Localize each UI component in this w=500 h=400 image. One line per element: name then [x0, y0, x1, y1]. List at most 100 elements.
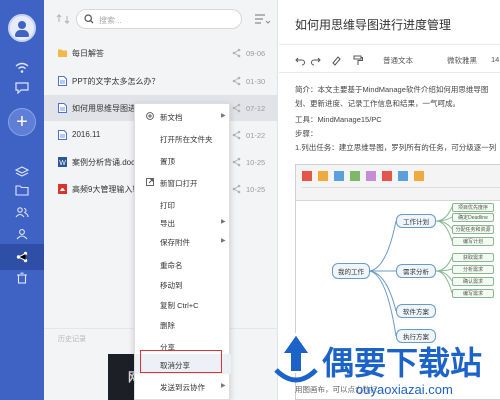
- menu-item-label: 导出: [160, 219, 175, 228]
- add-icon[interactable]: +: [8, 108, 36, 136]
- mindmap-branch-node: 软件方案: [396, 304, 436, 318]
- wifi-icon[interactable]: [14, 60, 30, 76]
- document-icon: [58, 103, 67, 113]
- add-circle-icon: [146, 112, 154, 120]
- paragraph: 步骤：: [295, 129, 318, 138]
- mindmap-leaf-node: 分析需求: [452, 265, 494, 274]
- sync-icon[interactable]: [56, 12, 70, 26]
- share-icon[interactable]: [232, 48, 241, 58]
- submenu-arrow-icon: ▶: [221, 219, 226, 225]
- file-date: 07-12: [246, 104, 266, 113]
- menu-item-label: 新窗口打开: [160, 179, 198, 188]
- paragraph: 划、更新进度、记录工作信息和结果，一气呵成。: [295, 99, 460, 108]
- undo-icon[interactable]: [295, 54, 305, 66]
- divider: [279, 72, 500, 73]
- paragraph: 工具：MindManage15/PC: [295, 115, 382, 124]
- menu-item-save-attachment[interactable]: 保存附件 ▶: [135, 231, 231, 251]
- share-icon[interactable]: [232, 103, 241, 113]
- history-label: 历史记录: [58, 336, 86, 343]
- mindmap-leaf-node: 项目优先度序: [452, 203, 494, 212]
- share-icon[interactable]: [232, 76, 241, 86]
- mindmap-leaf-node: 编写计划: [452, 237, 494, 246]
- document-title: 如何用思维导图进行进度管理: [295, 18, 452, 32]
- trash-icon[interactable]: [14, 270, 30, 286]
- menu-item-pin-top[interactable]: 置顶: [135, 150, 231, 170]
- file-name: 案例分析背诵.docx: [72, 158, 140, 167]
- file-name: 每日解答: [72, 49, 104, 58]
- menu-item-rename[interactable]: 重命名: [135, 254, 231, 274]
- paragraph: 1.列出任务：建立思维导图，罗列所有的任务，可分级逐一列: [295, 143, 497, 152]
- people-icon[interactable]: [14, 204, 30, 220]
- submenu-arrow-icon: ▶: [221, 238, 226, 244]
- menu-item-label: 保存附件: [160, 238, 190, 247]
- mindmap-leaf-node: 确认需求: [452, 277, 494, 286]
- file-name: 2016.11: [72, 130, 101, 139]
- menu-item-label: 移动到: [160, 281, 183, 290]
- watermark-logo-icon: [274, 332, 318, 383]
- menu-item-print[interactable]: 打印: [135, 194, 231, 214]
- menu-item-copy[interactable]: 复制 Ctrl+C: [135, 294, 231, 314]
- submenu-arrow-icon: ▶: [221, 383, 226, 389]
- font-size-select[interactable]: 14: [491, 55, 499, 64]
- file-date: 10-25: [246, 158, 266, 167]
- share-icon[interactable]: [232, 130, 241, 140]
- menu-item-new-doc[interactable]: 新文档 ▶: [135, 106, 231, 126]
- folder-icon[interactable]: [14, 182, 30, 198]
- file-row[interactable]: PPT的文字太多怎么办？ 01-30: [44, 68, 278, 94]
- new-window-icon: [146, 178, 154, 186]
- file-date: 01-22: [246, 131, 266, 140]
- menu-item-open-new-window[interactable]: 新窗口打开: [135, 172, 231, 192]
- left-navigation-rail: +: [0, 0, 44, 400]
- mindmap-center-node: 我的工作: [332, 263, 370, 279]
- sort-menu-icon[interactable]: [254, 13, 270, 25]
- menu-item-label: 删除: [160, 321, 175, 330]
- folder-icon: [58, 49, 67, 57]
- mindmap-ribbon: [296, 165, 500, 201]
- share-icon[interactable]: [14, 249, 30, 265]
- menu-item-label: 置顶: [160, 157, 175, 166]
- highlight-box: [140, 350, 222, 373]
- group-icon[interactable]: [14, 226, 30, 242]
- mindmap-leaf-node: 获取需求: [452, 253, 494, 262]
- eraser-icon[interactable]: [331, 54, 341, 66]
- menu-item-label: 打印: [160, 201, 175, 210]
- site-watermark: 偶要下载站 ouyaoxiazai.com: [266, 330, 500, 400]
- font-family-select[interactable]: 微软雅黑: [447, 55, 477, 66]
- file-date: 01-30: [246, 77, 266, 86]
- svg-text:W: W: [59, 160, 66, 167]
- share-icon[interactable]: [232, 184, 241, 194]
- mindmap-leaf-node: 编写需求: [452, 289, 494, 298]
- watermark-text: 偶要下载站: [322, 344, 483, 382]
- menu-item-send-to-cloud[interactable]: 发送到云协作 ▶: [135, 376, 231, 396]
- format-painter-icon[interactable]: [353, 54, 363, 66]
- menu-item-label: 重命名: [160, 261, 183, 270]
- menu-item-open-folder[interactable]: 打开所在文件夹: [135, 128, 231, 148]
- divider: [279, 44, 500, 45]
- chat-icon[interactable]: [14, 80, 30, 96]
- file-date: 10-25: [246, 185, 266, 194]
- menu-item-label: 新文档: [160, 113, 183, 122]
- watermark-url: ouyaoxiazai.com: [356, 382, 453, 397]
- submenu-arrow-icon: ▶: [221, 113, 226, 119]
- file-name: PPT的文字太多怎么办？: [72, 77, 160, 86]
- search-input[interactable]: 搜索...: [76, 9, 242, 29]
- paragraph: 简介：本文主要基于MindManage软件介绍如何用思维导图: [295, 85, 489, 94]
- layers-icon[interactable]: [14, 164, 30, 180]
- menu-item-label: 发送到云协作: [160, 383, 205, 392]
- document-icon: [58, 76, 67, 86]
- file-date: 09-06: [246, 49, 266, 58]
- paragraph-style-select[interactable]: 普通文本: [383, 55, 413, 66]
- search-placeholder: 搜索...: [99, 16, 122, 25]
- search-icon: [84, 14, 94, 24]
- redo-icon[interactable]: [311, 54, 321, 66]
- file-row[interactable]: 每日解答 09-06: [44, 40, 278, 66]
- word-file-icon: W: [58, 157, 67, 167]
- user-avatar-icon[interactable]: [8, 14, 36, 42]
- menu-item-export[interactable]: 导出 ▶: [135, 212, 231, 232]
- share-icon[interactable]: [232, 157, 241, 167]
- menu-item-delete[interactable]: 删除: [135, 314, 231, 334]
- menu-item-move-to[interactable]: 移动到: [135, 274, 231, 294]
- menu-item-label: 打开所在文件夹: [160, 135, 213, 144]
- document-icon: [58, 130, 67, 140]
- menu-item-label: 复制 Ctrl+C: [160, 301, 199, 310]
